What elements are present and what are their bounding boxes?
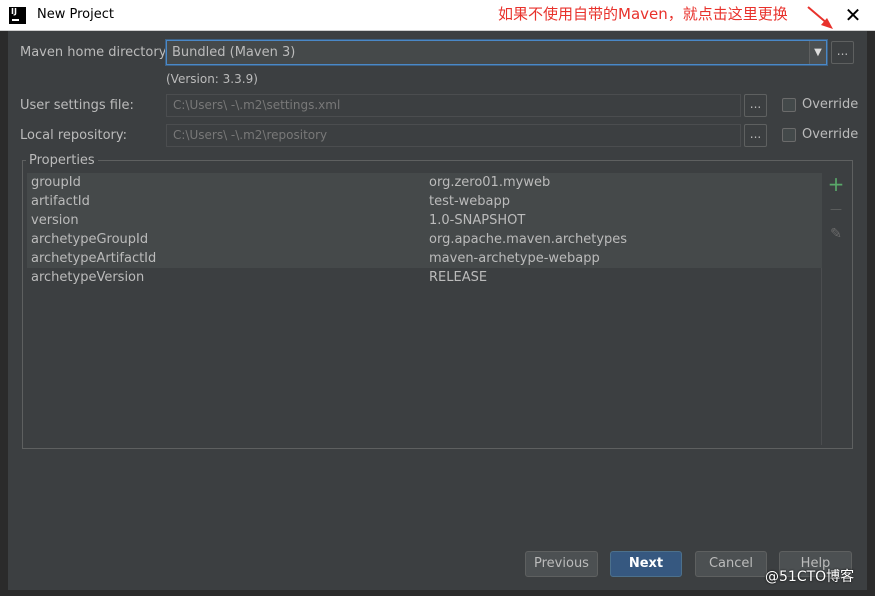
user-settings-browse-button[interactable]: ... [744,94,767,117]
table-row[interactable]: archetypeVersion RELEASE [27,268,822,287]
cancel-button[interactable]: Cancel [695,551,767,577]
property-key: archetypeGroupId [31,232,149,247]
table-row[interactable]: groupId org.zero01.myweb [27,173,822,192]
table-row[interactable]: archetypeGroupId org.apache.maven.archet… [27,230,822,249]
property-value[interactable]: maven-archetype-webapp [429,251,600,266]
close-button[interactable]: ✕ [840,2,866,28]
table-row[interactable]: artifactId test-webapp [27,192,822,211]
table-row[interactable]: version 1.0-SNAPSHOT [27,211,822,230]
edit-icon[interactable]: ✎ [826,224,846,244]
local-repo-override-checkbox[interactable] [782,128,796,142]
local-repo-value: C:\Users\ -\.m2\repository [173,128,328,142]
property-value[interactable]: org.apache.maven.archetypes [429,232,627,247]
property-value[interactable]: RELEASE [429,270,487,285]
properties-title: Properties [26,153,98,168]
user-settings-field[interactable]: C:\Users\ -\.m2\settings.xml [166,94,741,117]
title-bar: New Project 如果不使用自带的Maven，就点击这里更换 ✕ [0,0,875,31]
table-row[interactable]: archetypeArtifactId maven-archetype-weba… [27,249,822,268]
user-settings-value: C:\Users\ -\.m2\settings.xml [173,98,341,112]
local-repo-browse-button[interactable]: ... [744,124,767,147]
user-settings-override-label: Override [802,97,859,112]
property-value[interactable]: test-webapp [429,194,510,209]
annotation-note: 如果不使用自带的Maven，就点击这里更换 [498,5,788,23]
property-key: archetypeArtifactId [31,251,157,266]
local-repo-override-label: Override [802,127,859,142]
property-value[interactable]: 1.0-SNAPSHOT [429,213,525,228]
user-settings-label: User settings file: [20,98,134,113]
red-arrow-icon [807,6,833,29]
property-value[interactable]: org.zero01.myweb [429,175,550,190]
window-frame-right [867,31,875,596]
maven-home-selected: Bundled (Maven 3) [172,45,296,60]
property-key: archetypeVersion [31,270,145,285]
properties-table[interactable]: groupId org.zero01.myweb artifactId test… [27,173,822,445]
user-settings-override-checkbox[interactable] [782,98,796,112]
watermark: @51CTO博客 [765,569,855,585]
window-frame-bottom [0,590,875,596]
maven-home-browse-button[interactable]: ... [831,41,854,64]
properties-toolbar: + — ✎ [823,173,849,445]
window-frame-left [0,31,8,596]
add-icon[interactable]: + [826,174,846,194]
maven-home-select[interactable]: Bundled (Maven 3) ▼ [166,40,827,65]
local-repo-field[interactable]: C:\Users\ -\.m2\repository [166,124,741,147]
remove-icon[interactable]: — [826,199,846,219]
window-title: New Project [37,7,114,22]
previous-button[interactable]: Previous [525,551,598,577]
local-repo-label: Local repository: [20,128,127,143]
intellij-app-icon [9,7,26,24]
chevron-down-icon[interactable]: ▼ [809,41,826,64]
property-key: artifactId [31,194,90,209]
maven-version-text: (Version: 3.3.9) [166,72,258,86]
maven-home-label: Maven home directory: [20,45,170,60]
property-key: groupId [31,175,81,190]
property-key: version [31,213,79,228]
next-button[interactable]: Next [610,551,682,577]
